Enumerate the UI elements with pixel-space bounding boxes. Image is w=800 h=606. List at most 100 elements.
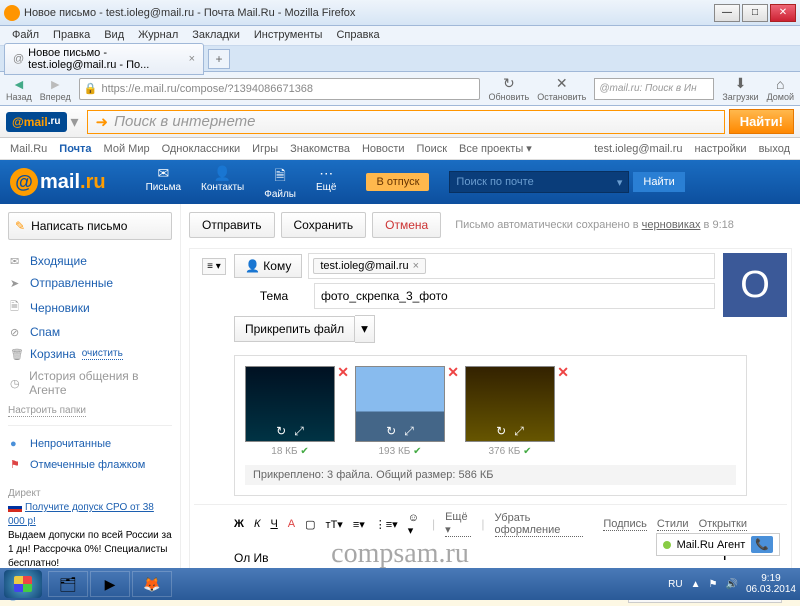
home-button[interactable]: ⌂Домой xyxy=(767,76,794,102)
folder-agent-history[interactable]: ◷История общения в Агенте xyxy=(8,365,172,401)
nav-mail[interactable]: Почта xyxy=(59,143,91,155)
clear-trash[interactable]: очистить xyxy=(82,348,123,360)
vacation-button[interactable]: В отпуск xyxy=(366,173,429,191)
back-button[interactable]: ◄Назад xyxy=(6,76,32,102)
tray-lang[interactable]: RU xyxy=(668,579,682,590)
list-button[interactable]: ⋮≡▾ xyxy=(375,518,398,531)
close-button[interactable]: ✕ xyxy=(770,4,796,22)
delete-attachment-icon[interactable]: ✕ xyxy=(557,364,569,381)
attachment-thumb[interactable]: ↻⤢ ✕ 18 КБ ✔ xyxy=(245,366,335,457)
rotate-icon[interactable]: ↻ xyxy=(496,424,506,439)
underline-button[interactable]: Ч xyxy=(270,518,277,530)
folder-sent[interactable]: ➤Отправленные xyxy=(8,272,172,294)
agent-widget[interactable]: Mail.Ru Агент 📞 xyxy=(656,533,780,556)
nav-dating[interactable]: Знакомства xyxy=(290,143,350,155)
browser-search-input[interactable]: @ mail.ru: Поиск в Ин xyxy=(594,78,714,100)
phone-icon[interactable]: 📞 xyxy=(751,536,773,553)
more-tab[interactable]: ⋯Ещё xyxy=(316,165,336,200)
internet-search-input[interactable]: ➜Поиск в интернете xyxy=(87,110,725,134)
downloads-button[interactable]: ⬇Загрузки xyxy=(722,75,758,102)
signature-link[interactable]: Подпись xyxy=(603,518,647,531)
remove-recipient-icon[interactable]: × xyxy=(413,260,419,272)
attach-dropdown[interactable]: ▾ xyxy=(355,315,375,343)
send-button[interactable]: Отправить xyxy=(189,212,275,238)
toggle-fields[interactable]: ≡ ▾ xyxy=(202,258,226,275)
cards-link[interactable]: Открытки xyxy=(699,518,747,531)
nav-ok[interactable]: Одноклассники xyxy=(162,143,241,155)
new-tab-button[interactable]: + xyxy=(208,49,230,69)
bold-button[interactable]: Ж xyxy=(234,518,244,530)
editor-more[interactable]: Ещё ▾ xyxy=(445,511,471,537)
filter-flagged[interactable]: ⚑Отмеченные флажком xyxy=(8,454,172,475)
rotate-icon[interactable]: ↻ xyxy=(386,424,396,439)
folder-drafts[interactable]: 🗎Черновики xyxy=(8,294,172,321)
menu-tools[interactable]: Инструменты xyxy=(248,26,329,45)
bg-color-button[interactable]: ▢ xyxy=(305,518,315,531)
tray-volume-icon[interactable]: 🔊 xyxy=(725,579,737,590)
firefox-taskbar-icon[interactable]: 🦊 xyxy=(132,571,172,597)
recipient-avatar: O xyxy=(723,253,787,317)
folder-trash[interactable]: 🗑Корзинаочистить xyxy=(8,343,172,365)
italic-button[interactable]: К xyxy=(254,518,260,530)
subject-input[interactable] xyxy=(314,283,715,309)
maximize-button[interactable]: □ xyxy=(742,4,768,22)
attachment-thumb[interactable]: ↻⤢ ✕ 193 КБ ✔ xyxy=(355,366,445,457)
font-size-button[interactable]: тТ▾ xyxy=(326,518,343,531)
filter-unread[interactable]: ●Непрочитанные xyxy=(8,434,172,454)
files-tab[interactable]: 🗎Файлы xyxy=(264,165,296,200)
address-bar[interactable]: 🔒https://e.mail.ru/compose/?139408667136… xyxy=(79,78,481,100)
internet-search-button[interactable]: Найти! xyxy=(729,109,794,134)
browser-tab[interactable]: @ Новое письмо - test.ioleg@mail.ru - По… xyxy=(4,43,204,75)
stop-button[interactable]: ✕Остановить xyxy=(537,75,586,102)
to-field[interactable]: test.ioleg@mail.ru× xyxy=(308,253,715,279)
to-button[interactable]: 👤 Кому xyxy=(234,254,302,278)
forward-button[interactable]: ►Вперед xyxy=(40,76,71,102)
explorer-icon[interactable]: 🗂 xyxy=(48,571,88,597)
ad-link[interactable]: Получите допуск СРО от 38 000 р! xyxy=(8,502,154,527)
recipient-chip[interactable]: test.ioleg@mail.ru× xyxy=(313,258,426,274)
media-icon[interactable]: ▶ xyxy=(90,571,130,597)
clear-format[interactable]: Убрать оформление xyxy=(495,512,584,537)
folder-inbox[interactable]: ✉Входящие xyxy=(8,250,172,272)
text-color-button[interactable]: A xyxy=(288,518,295,530)
mail-search-input[interactable]: Поиск по почте▾ xyxy=(449,171,629,193)
user-email[interactable]: test.ioleg@mail.ru xyxy=(594,143,682,155)
tab-close-icon[interactable]: × xyxy=(189,53,195,65)
save-button[interactable]: Сохранить xyxy=(281,212,367,238)
tray-clock[interactable]: 9:1906.03.2014 xyxy=(746,573,796,595)
mailru-logo[interactable]: @mail.ru xyxy=(10,168,106,196)
nav-mymir[interactable]: Мой Мир xyxy=(104,143,150,155)
contacts-tab[interactable]: 👤Контакты xyxy=(201,165,244,200)
nav-mailru[interactable]: Mail.Ru xyxy=(10,143,47,155)
start-button[interactable] xyxy=(4,570,42,598)
configure-folders[interactable]: Настроить папки xyxy=(8,405,86,417)
menu-help[interactable]: Справка xyxy=(330,26,385,45)
mail-search-button[interactable]: Найти xyxy=(633,172,684,192)
nav-search[interactable]: Поиск xyxy=(417,143,447,155)
attachment-thumb[interactable]: ↻⤢ ✕ 376 КБ ✔ xyxy=(465,366,555,457)
folder-spam[interactable]: ⊘Спам xyxy=(8,321,172,343)
view-icon[interactable]: ⤢ xyxy=(514,424,524,439)
exit-link[interactable]: выход xyxy=(759,143,790,155)
nav-all[interactable]: Все проекты ▾ xyxy=(459,142,532,155)
nav-games[interactable]: Игры xyxy=(252,143,278,155)
check-icon: ✔ xyxy=(413,446,421,457)
minimize-button[interactable]: — xyxy=(714,4,740,22)
attach-button[interactable]: Прикрепить файл xyxy=(234,316,355,342)
cancel-button[interactable]: Отмена xyxy=(372,212,441,238)
tray-action-icon[interactable]: ⚑ xyxy=(709,579,718,590)
delete-attachment-icon[interactable]: ✕ xyxy=(337,364,349,381)
rotate-icon[interactable]: ↻ xyxy=(276,424,286,439)
letters-tab[interactable]: ✉Письма xyxy=(146,165,181,200)
delete-attachment-icon[interactable]: ✕ xyxy=(447,364,459,381)
view-icon[interactable]: ⤢ xyxy=(294,424,304,439)
align-button[interactable]: ≡▾ xyxy=(353,518,365,531)
settings-link[interactable]: настройки xyxy=(695,143,747,155)
view-icon[interactable]: ⤢ xyxy=(404,424,414,439)
reload-button[interactable]: ↻Обновить xyxy=(488,75,529,102)
styles-link[interactable]: Стили xyxy=(657,518,689,531)
compose-button[interactable]: ✎Написать письмо xyxy=(8,212,172,240)
tray-flag-icon[interactable]: ▲ xyxy=(691,579,701,590)
emoji-button[interactable]: ☺▾ xyxy=(408,512,422,537)
nav-news[interactable]: Новости xyxy=(362,143,405,155)
